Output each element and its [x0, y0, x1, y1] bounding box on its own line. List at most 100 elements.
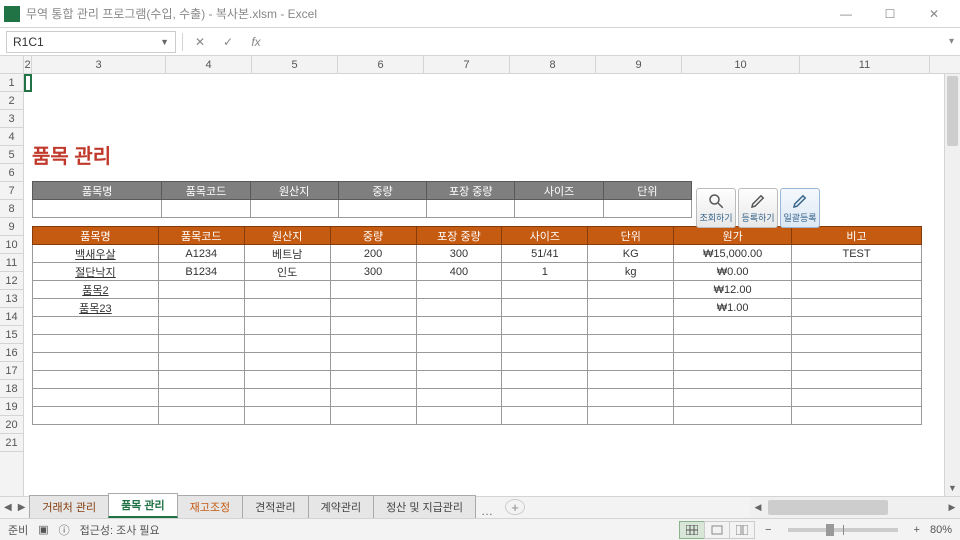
row-header[interactable]: 8 — [0, 200, 23, 218]
cell-pack[interactable] — [416, 389, 502, 407]
column-header[interactable]: 8 — [510, 56, 596, 73]
cell-note[interactable] — [792, 299, 922, 317]
expand-formula-icon[interactable]: ▾ — [949, 36, 954, 47]
row-header[interactable]: 3 — [0, 110, 23, 128]
cell-unit[interactable] — [588, 281, 674, 299]
cell-name[interactable] — [33, 353, 159, 371]
scrollbar-thumb[interactable] — [947, 76, 958, 146]
close-button[interactable]: ✕ — [912, 0, 956, 28]
cell-code[interactable]: B1234 — [158, 263, 244, 281]
accept-formula-button[interactable]: ✓ — [217, 31, 239, 53]
row-header[interactable]: 5 — [0, 146, 23, 164]
cell-unit[interactable] — [588, 389, 674, 407]
cell-unit[interactable] — [588, 299, 674, 317]
formula-input[interactable] — [273, 31, 943, 53]
chevron-down-icon[interactable]: ▼ — [160, 37, 169, 47]
row-header[interactable]: 2 — [0, 92, 23, 110]
row-header[interactable]: 19 — [0, 398, 23, 416]
cell-origin[interactable]: 베트남 — [244, 245, 330, 263]
filter-input[interactable] — [33, 200, 162, 218]
column-header[interactable]: 9 — [596, 56, 682, 73]
cell-name[interactable] — [33, 371, 159, 389]
search-button[interactable]: 조회하기 — [696, 188, 736, 228]
slider-handle[interactable] — [826, 524, 834, 536]
cell-pack[interactable] — [416, 407, 502, 425]
cell-name[interactable]: 백새우살 — [33, 245, 159, 263]
cell-size[interactable]: 51/41 — [502, 245, 588, 263]
column-header[interactable]: 6 — [338, 56, 424, 73]
sheet-tab-active[interactable]: 품목 관리 — [108, 493, 178, 518]
row-header[interactable]: 15 — [0, 326, 23, 344]
cell-code[interactable] — [158, 371, 244, 389]
tab-next-icon[interactable]: ▶ — [18, 502, 26, 513]
normal-view-button[interactable] — [679, 521, 705, 539]
scrollbar-thumb[interactable] — [768, 500, 888, 515]
page-layout-view-button[interactable] — [704, 521, 730, 539]
cell-weight[interactable]: 300 — [330, 263, 416, 281]
filter-input[interactable] — [515, 200, 603, 218]
cell-size[interactable] — [502, 335, 588, 353]
scroll-down-icon[interactable]: ▼ — [945, 480, 960, 496]
cell-price[interactable] — [674, 353, 792, 371]
cell-origin[interactable] — [244, 281, 330, 299]
cell-origin[interactable] — [244, 317, 330, 335]
filter-input[interactable] — [603, 200, 691, 218]
row-header[interactable]: 4 — [0, 128, 23, 146]
cell-pack[interactable]: 300 — [416, 245, 502, 263]
column-header[interactable]: 2 — [24, 56, 32, 73]
tab-more-button[interactable]: … — [475, 504, 499, 518]
cell-size[interactable]: 1 — [502, 263, 588, 281]
column-header[interactable]: 11 — [800, 56, 930, 73]
cell-weight[interactable] — [330, 317, 416, 335]
horizontal-scrollbar[interactable]: ◀ ▶ — [750, 497, 960, 518]
row-header[interactable]: 17 — [0, 362, 23, 380]
cell-code[interactable] — [158, 353, 244, 371]
row-header[interactable]: 20 — [0, 416, 23, 434]
cell-note[interactable] — [792, 317, 922, 335]
cell-unit[interactable] — [588, 317, 674, 335]
cell-note[interactable] — [792, 389, 922, 407]
cell-size[interactable] — [502, 371, 588, 389]
scroll-right-icon[interactable]: ▶ — [944, 502, 960, 513]
select-all-corner[interactable] — [0, 56, 24, 73]
cell-name[interactable] — [33, 335, 159, 353]
vertical-scrollbar[interactable]: ▼ — [944, 74, 960, 496]
cell-note[interactable] — [792, 371, 922, 389]
zoom-slider[interactable] — [788, 528, 898, 532]
scroll-left-icon[interactable]: ◀ — [750, 502, 766, 513]
row-header[interactable]: 21 — [0, 434, 23, 452]
cell-size[interactable] — [502, 299, 588, 317]
cell-price[interactable] — [674, 371, 792, 389]
cell-unit[interactable] — [588, 407, 674, 425]
cell-origin[interactable] — [244, 389, 330, 407]
cell-code[interactable] — [158, 407, 244, 425]
cell-size[interactable] — [502, 389, 588, 407]
column-header[interactable]: 4 — [166, 56, 252, 73]
cell-weight[interactable] — [330, 407, 416, 425]
cell-weight[interactable]: 200 — [330, 245, 416, 263]
cell-origin[interactable] — [244, 335, 330, 353]
cell-price[interactable]: ₩1.00 — [674, 299, 792, 317]
cell-name[interactable]: 품목2 — [33, 281, 159, 299]
row-header[interactable]: 6 — [0, 164, 23, 182]
cell-code[interactable] — [158, 317, 244, 335]
minimize-button[interactable]: — — [824, 0, 868, 28]
cell-pack[interactable] — [416, 335, 502, 353]
cancel-formula-button[interactable]: ✕ — [189, 31, 211, 53]
cell-pack[interactable] — [416, 299, 502, 317]
row-header[interactable]: 9 — [0, 218, 23, 236]
cell-size[interactable] — [502, 281, 588, 299]
cell-price[interactable] — [674, 317, 792, 335]
cell-pack[interactable] — [416, 371, 502, 389]
maximize-button[interactable]: ☐ — [868, 0, 912, 28]
row-header[interactable]: 11 — [0, 254, 23, 272]
cell-name[interactable] — [33, 407, 159, 425]
cell-weight[interactable] — [330, 389, 416, 407]
cell-note[interactable] — [792, 281, 922, 299]
cell-origin[interactable] — [244, 353, 330, 371]
worksheet[interactable]: 품목 관리 품목명 품목코드 원산지 중량 포장 중량 사이즈 단위 — [24, 74, 960, 496]
cell-unit[interactable]: KG — [588, 245, 674, 263]
cell-name[interactable]: 품목23 — [33, 299, 159, 317]
cell-note[interactable] — [792, 263, 922, 281]
sheet-tab[interactable]: 견적관리 — [242, 495, 308, 518]
